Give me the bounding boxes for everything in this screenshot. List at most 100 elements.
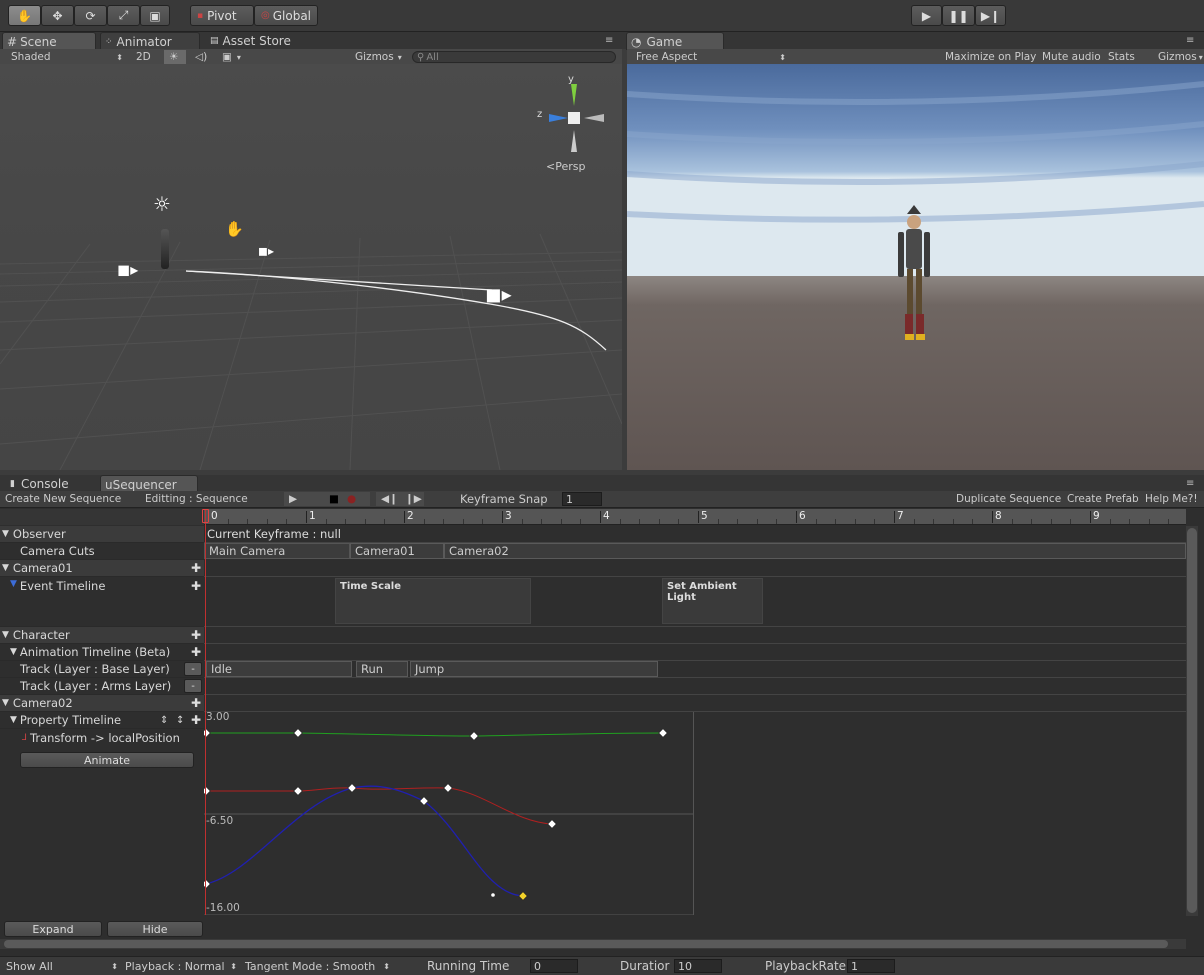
scene-search-input[interactable]: ⚲ All: [412, 51, 616, 63]
camera01-row[interactable]: ▼ Camera01 ✚: [0, 560, 204, 577]
tab-scene[interactable]: # Scene: [2, 32, 96, 50]
rect-tool-button[interactable]: ▣: [140, 5, 170, 26]
event-clip-ambient-light[interactable]: Set Ambient Light: [662, 578, 763, 624]
play-sequence-button[interactable]: ▶: [284, 492, 324, 506]
hand-tool-button[interactable]: ✋: [8, 5, 41, 26]
show-all-dropdown[interactable]: Show All ⬍: [6, 959, 118, 973]
shading-dropdown[interactable]: Shaded ⬍: [6, 50, 128, 64]
projection-toggle[interactable]: <Persp: [546, 160, 585, 173]
tab-game[interactable]: ◔ Game: [626, 32, 724, 50]
remove-track-button[interactable]: -: [184, 662, 202, 676]
curve-plot[interactable]: [204, 712, 694, 915]
scene-gizmos-dropdown[interactable]: Gizmos ▾: [350, 50, 406, 64]
character-row[interactable]: ▼ Character ✚: [0, 627, 204, 644]
record-button[interactable]: ●: [342, 492, 370, 506]
playback-rate-input[interactable]: 1: [847, 959, 895, 973]
maximize-on-play-toggle[interactable]: Maximize on Play: [940, 50, 1041, 64]
event-clip-time-scale[interactable]: Time Scale: [335, 578, 531, 624]
track-arms-layer-row[interactable]: Track (Layer : Arms Layer) -: [0, 678, 204, 695]
tangent-mode-dropdown[interactable]: Tangent Mode : Smooth ⬍: [245, 959, 390, 973]
mode-2d-toggle[interactable]: 2D: [131, 50, 157, 64]
step-button[interactable]: ▶❙: [975, 5, 1006, 26]
collapse-curves-icon[interactable]: ⇕: [160, 715, 168, 726]
duration-input[interactable]: 10: [674, 959, 722, 973]
character-model[interactable]: [161, 229, 169, 269]
vertical-scrollbar[interactable]: [1186, 526, 1198, 916]
scrollbar-thumb[interactable]: [1187, 528, 1197, 913]
help-button[interactable]: Help Me?!: [1140, 492, 1203, 506]
add-track-icon[interactable]: ✚: [191, 628, 201, 642]
keyframe-snap-input[interactable]: 1: [562, 492, 602, 506]
aspect-dropdown[interactable]: Free Aspect ⬍: [631, 50, 791, 64]
add-event-icon[interactable]: ✚: [191, 579, 201, 593]
playback-rate-label: PlaybackRate: [765, 959, 847, 973]
scene-viewport[interactable]: ☼ ✋ ◼▸ ◼▸ ◼▸ y z <Persp: [0, 64, 622, 470]
add-property-icon[interactable]: ✚: [191, 713, 201, 727]
audio-toggle[interactable]: ◁): [190, 50, 212, 64]
expand-curves-icon[interactable]: ↕: [176, 715, 184, 726]
property-timeline-row[interactable]: ▼ Property Timeline ⇕ ↕ ✚: [0, 712, 204, 729]
animation-clip[interactable]: Idle: [206, 661, 352, 677]
panel-menu-icon[interactable]: ≡: [1186, 478, 1194, 489]
camera-cut-clip[interactable]: Camera01: [350, 543, 444, 559]
camera-cut-clip[interactable]: Main Camera: [204, 543, 350, 559]
previous-keyframe-button[interactable]: ◀❙: [376, 492, 400, 506]
light-gizmo-icon[interactable]: ☼: [153, 192, 171, 216]
playhead-handle[interactable]: [202, 509, 209, 523]
track-base-layer-row[interactable]: Track (Layer : Base Layer) -: [0, 661, 204, 678]
rotate-tool-button[interactable]: ⟳: [74, 5, 107, 26]
create-sequence-button[interactable]: Create New Sequence: [0, 492, 126, 506]
orientation-gizmo[interactable]: [534, 74, 614, 164]
animation-timeline-row[interactable]: ▼ Animation Timeline (Beta) ✚: [0, 644, 204, 661]
camera-cut-clip[interactable]: Camera02: [444, 543, 1186, 559]
add-track-icon[interactable]: ✚: [191, 645, 201, 659]
timeline-ruler[interactable]: 0 1 2 3 4 5 6 7 8 9: [204, 509, 1186, 525]
effects-dropdown[interactable]: ▣ ▾: [217, 50, 249, 64]
animate-button[interactable]: Animate: [20, 752, 194, 768]
lighting-toggle[interactable]: ☀: [164, 50, 186, 64]
animation-clip[interactable]: Jump: [410, 661, 658, 677]
duplicate-sequence-button[interactable]: Duplicate Sequence: [951, 492, 1066, 506]
mute-audio-toggle[interactable]: Mute audio: [1037, 50, 1106, 64]
global-toggle-button[interactable]: ◎ Global: [254, 5, 318, 26]
tab-animator[interactable]: ⁘ Animator: [100, 32, 200, 50]
next-keyframe-button[interactable]: ❙▶: [400, 492, 424, 506]
game-gizmos-dropdown[interactable]: Gizmos ▾: [1153, 50, 1204, 64]
create-prefab-button[interactable]: Create Prefab: [1062, 492, 1144, 506]
panel-menu-icon[interactable]: ≡: [1186, 35, 1194, 46]
stop-sequence-button[interactable]: ■: [324, 492, 342, 506]
play-button[interactable]: ▶: [911, 5, 942, 26]
playhead[interactable]: [205, 509, 206, 915]
horizontal-scrollbar[interactable]: [0, 939, 1186, 949]
pause-button[interactable]: ❚❚: [942, 5, 975, 26]
running-time-input[interactable]: 0: [530, 959, 578, 973]
transform-property-row[interactable]: ⅃ Transform -> localPosition: [0, 729, 204, 746]
add-track-icon[interactable]: ✚: [191, 561, 201, 575]
game-viewport[interactable]: [627, 64, 1204, 470]
curve-editor[interactable]: 3.00 -6.50 -16.00: [204, 711, 694, 915]
tab-asset-store[interactable]: ▤ Asset Store: [206, 32, 316, 50]
timeline-area[interactable]: Current Keyframe : null Main Camera Came…: [204, 526, 1186, 916]
scrollbar-thumb[interactable]: [4, 940, 1168, 948]
remove-track-button[interactable]: -: [184, 679, 202, 693]
event-timeline-row[interactable]: ▼ Event Timeline ✚: [0, 577, 204, 627]
hide-button[interactable]: Hide: [107, 921, 203, 937]
add-track-icon[interactable]: ✚: [191, 696, 201, 710]
panel-menu-icon[interactable]: ≡: [605, 35, 613, 46]
playback-dropdown[interactable]: Playback : Normal ⬍: [125, 959, 237, 973]
expand-button[interactable]: Expand: [4, 921, 102, 937]
scale-tool-button[interactable]: ⤢: [107, 5, 140, 26]
camera-cuts-row[interactable]: Camera Cuts: [0, 543, 204, 560]
camera-gizmo-icon[interactable]: ◼▸: [117, 260, 138, 279]
animation-clip[interactable]: Run: [356, 661, 408, 677]
observer-row[interactable]: ▼ Observer: [0, 526, 204, 543]
camera-gizmo-icon[interactable]: ◼▸: [258, 244, 274, 258]
ruler-minor-tick: [482, 519, 484, 524]
move-tool-button[interactable]: ✥: [41, 5, 74, 26]
camera-gizmo-icon[interactable]: ◼▸: [485, 282, 512, 306]
play-icon: ▶: [921, 8, 932, 23]
camera02-row[interactable]: ▼ Camera02 ✚: [0, 695, 204, 712]
stats-toggle[interactable]: Stats: [1103, 50, 1140, 64]
pivot-toggle-button[interactable]: ▪ Pivot: [190, 5, 254, 26]
editing-sequence-dropdown[interactable]: Editting : Sequence: [140, 492, 253, 506]
